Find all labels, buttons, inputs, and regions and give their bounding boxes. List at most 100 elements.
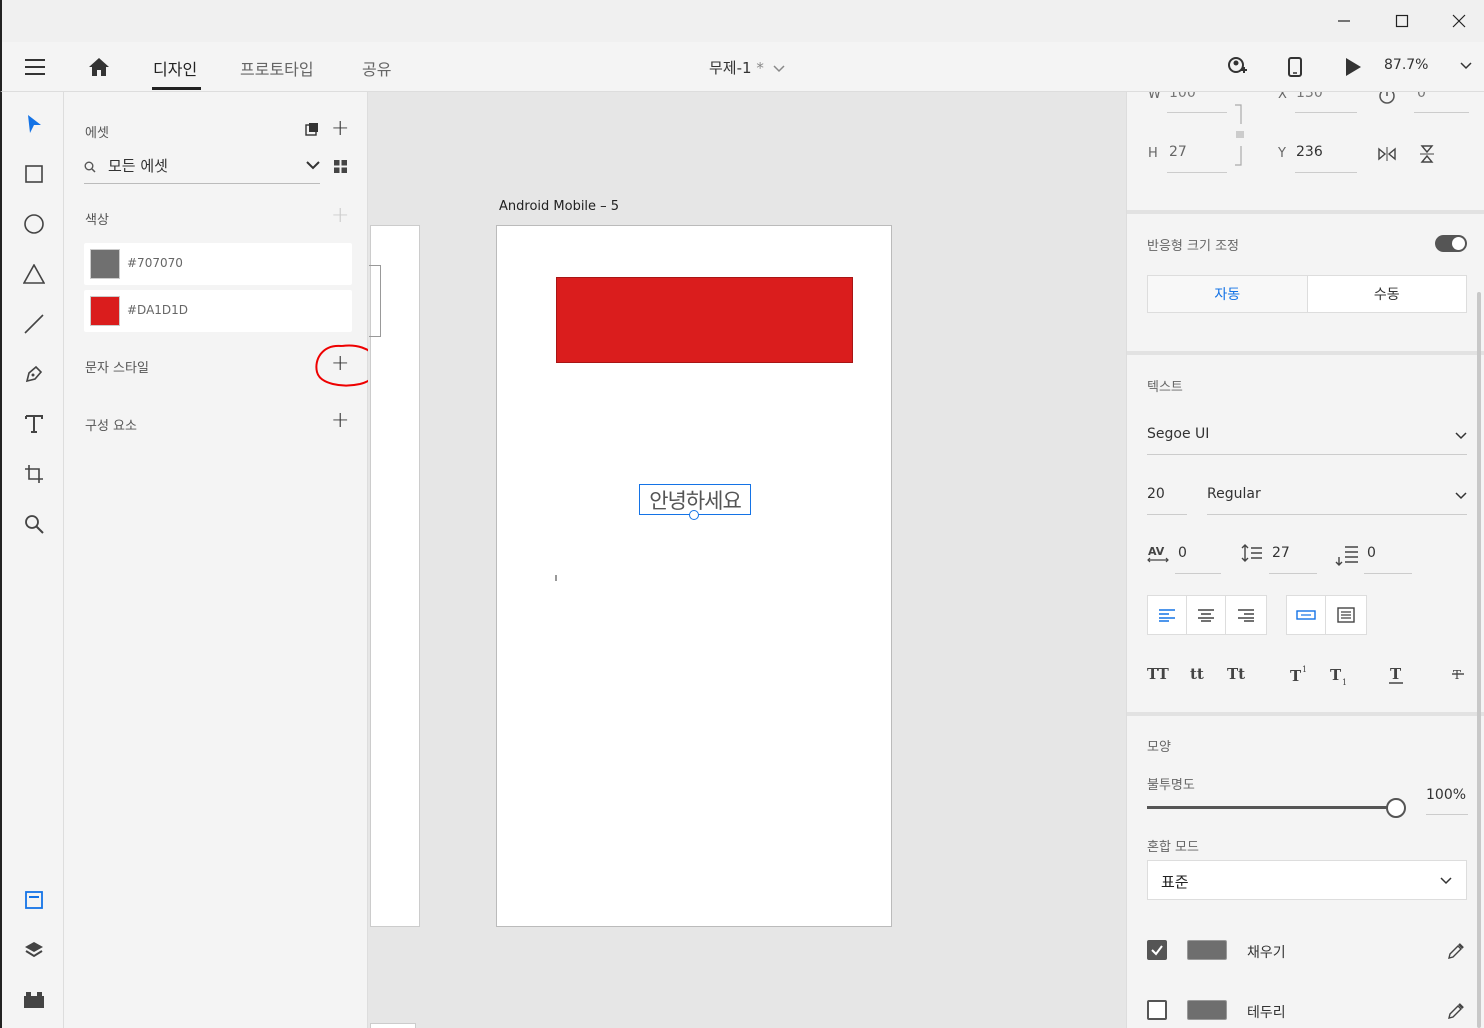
svg-text:T: T xyxy=(1290,667,1302,684)
home-button[interactable] xyxy=(86,54,112,80)
border-checkbox[interactable] xyxy=(1147,1000,1167,1020)
underline-button[interactable]: T xyxy=(1385,663,1407,685)
align-center-button[interactable] xyxy=(1187,596,1226,634)
font-weight-dropdown[interactable]: Regular xyxy=(1207,484,1467,514)
fill-color-swatch[interactable] xyxy=(1187,940,1227,960)
flip-vertical-button[interactable] xyxy=(1417,144,1437,164)
add-component-button[interactable]: + xyxy=(331,410,349,432)
text-section-label: 텍스트 xyxy=(1147,380,1183,395)
minimize-icon xyxy=(1338,20,1350,22)
lowercase-button[interactable]: tt xyxy=(1190,665,1204,683)
zoom-tool[interactable] xyxy=(20,510,48,538)
artboard-partial[interactable] xyxy=(370,1023,416,1028)
font-size-input[interactable]: 20 xyxy=(1147,486,1165,502)
red-rectangle-layer[interactable] xyxy=(556,277,853,363)
minimize-button[interactable] xyxy=(1315,0,1373,42)
assets-icon xyxy=(25,891,43,909)
rotation-button[interactable] xyxy=(1377,92,1397,106)
resize-auto-option[interactable]: 자동 xyxy=(1148,276,1308,312)
assets-filter-dropdown[interactable]: 모든 에셋 xyxy=(84,150,320,184)
device-preview-button[interactable] xyxy=(1282,54,1308,80)
align-right-button[interactable] xyxy=(1226,596,1265,634)
document-title-dropdown[interactable]: 무제-1 * xyxy=(709,57,785,78)
chevron-down-icon xyxy=(306,161,320,170)
zoom-chevron-button[interactable] xyxy=(1458,58,1474,74)
paragraph-spacing-underline xyxy=(1364,573,1412,574)
selected-text-layer[interactable]: 안녕하세요 xyxy=(639,484,751,520)
add-color-button[interactable]: + xyxy=(331,205,349,227)
artboard-title[interactable]: Android Mobile – 5 xyxy=(499,199,619,214)
y-input[interactable]: 236 xyxy=(1296,144,1323,160)
paragraph-spacing-icon xyxy=(1335,546,1358,566)
opacity-input[interactable]: 100% xyxy=(1426,787,1466,803)
grid-view-button[interactable] xyxy=(332,158,348,174)
superscript-icon: T1 xyxy=(1290,665,1307,684)
color-swatch-item[interactable]: #DA1D1D xyxy=(84,290,352,332)
paragraph-spacing-input[interactable]: 0 xyxy=(1367,545,1376,561)
auto-width-button[interactable] xyxy=(1287,596,1326,634)
tab-share[interactable]: 공유 xyxy=(362,56,391,80)
rotation-input[interactable]: 0 xyxy=(1417,92,1426,101)
height-input[interactable]: 27 xyxy=(1169,144,1187,160)
color-swatch-item[interactable]: #707070 xyxy=(84,243,352,285)
assets-panel-button[interactable] xyxy=(20,886,48,914)
close-button[interactable] xyxy=(1430,0,1484,42)
pen-tool[interactable] xyxy=(20,360,48,388)
play-preview-button[interactable] xyxy=(1340,54,1366,80)
tab-prototype[interactable]: 프로토타입 xyxy=(240,56,314,80)
chevron-down-icon xyxy=(1455,432,1467,440)
artboard-tool[interactable] xyxy=(20,460,48,488)
resize-manual-option[interactable]: 수동 xyxy=(1308,276,1467,312)
strikethrough-button[interactable]: T xyxy=(1447,663,1469,685)
fill-eyedropper-button[interactable] xyxy=(1445,940,1467,962)
inspector-scrollbar[interactable] xyxy=(1477,292,1481,1028)
fill-checkbox[interactable] xyxy=(1147,940,1167,960)
text-tool[interactable] xyxy=(20,410,48,438)
border-color-swatch[interactable] xyxy=(1187,1000,1227,1020)
invite-user-button[interactable] xyxy=(1224,54,1250,80)
tab-design[interactable]: 디자인 xyxy=(153,56,197,80)
align-right-icon xyxy=(1237,609,1254,622)
ellipse-tool[interactable] xyxy=(20,210,48,238)
open-library-button[interactable] xyxy=(304,121,320,137)
design-canvas[interactable]: Android Mobile – 5 안녕하세요 xyxy=(368,92,1126,1028)
y-underline xyxy=(1295,172,1357,173)
opacity-slider-knob[interactable] xyxy=(1386,798,1406,818)
add-asset-button[interactable]: + xyxy=(331,118,349,140)
titlecase-button[interactable]: Tt xyxy=(1227,665,1245,683)
select-tool[interactable] xyxy=(20,110,48,138)
opacity-slider-track[interactable] xyxy=(1147,806,1387,809)
responsive-resize-toggle[interactable] xyxy=(1435,235,1467,252)
fixed-size-button[interactable] xyxy=(1326,596,1365,634)
font-family-dropdown[interactable]: Segoe UI xyxy=(1147,424,1467,454)
svg-text:AV: AV xyxy=(1148,545,1165,558)
plugin-icon xyxy=(24,992,44,1008)
align-left-button[interactable] xyxy=(1148,596,1187,634)
character-spacing-input[interactable]: 0 xyxy=(1178,545,1187,561)
maximize-button[interactable] xyxy=(1373,0,1431,42)
rectangle-tool[interactable] xyxy=(20,160,48,188)
line-tool[interactable] xyxy=(20,310,48,338)
polygon-tool[interactable] xyxy=(20,260,48,288)
artboard-partial[interactable] xyxy=(369,225,420,927)
artboard[interactable]: 안녕하세요 xyxy=(496,225,892,927)
width-input[interactable]: 100 xyxy=(1169,92,1196,101)
subscript-button[interactable]: T1 xyxy=(1329,665,1351,687)
plugins-panel-button[interactable] xyxy=(20,986,48,1014)
blend-mode-dropdown[interactable]: 표준 xyxy=(1147,860,1467,900)
layers-panel-button[interactable] xyxy=(20,936,48,964)
app-window: 디자인 프로토타입 공유 무제-1 * 87.7% 에셋 + 모든 에셋 색상 … xyxy=(0,0,1484,1028)
hamburger-menu-button[interactable] xyxy=(22,55,48,79)
x-input[interactable]: 130 xyxy=(1296,92,1323,101)
artboard-element[interactable] xyxy=(369,265,381,337)
text-resize-handle[interactable] xyxy=(689,510,699,520)
line-spacing-input[interactable]: 27 xyxy=(1272,545,1290,561)
zoom-dropdown[interactable]: 87.7% xyxy=(1384,57,1428,73)
superscript-button[interactable]: T1 xyxy=(1289,663,1311,685)
artboard-icon xyxy=(25,465,43,483)
search-icon xyxy=(84,161,96,173)
uppercase-button[interactable]: TT xyxy=(1147,665,1169,683)
flip-horizontal-button[interactable] xyxy=(1377,144,1397,164)
character-spacing-icon: AV xyxy=(1147,545,1169,563)
border-eyedropper-button[interactable] xyxy=(1445,1000,1467,1022)
